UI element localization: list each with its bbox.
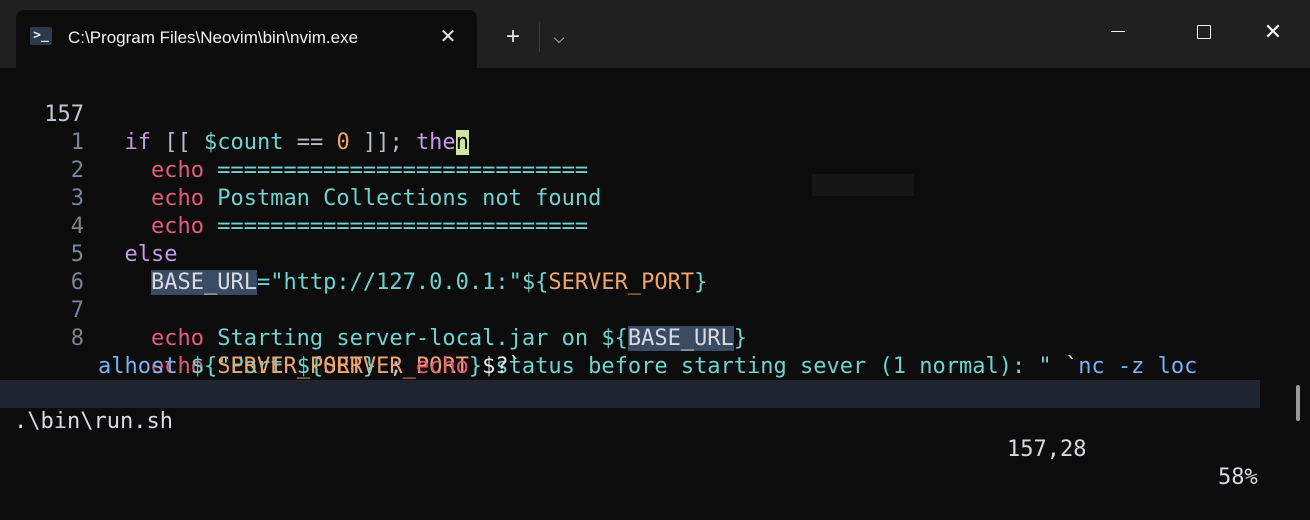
close-tab-icon[interactable]: ✕: [434, 23, 462, 51]
editor-area[interactable]: 157 if [[ $count == 0 ]]; then 1 echo ==…: [0, 68, 1310, 490]
tab-title: C:\Program Files\Neovim\bin\nvim.exe: [68, 28, 359, 47]
code-line: 8 echo "Port ${SERVER_PORT} status befor…: [0, 297, 1290, 379]
code-line-wrap: alhost ${SERVER_PORT} ; echo $?`: [0, 325, 1290, 379]
minimize-button[interactable]: [1095, 14, 1141, 50]
terminal-tab[interactable]: >_ C:\Program Files\Neovim\bin\nvim.exe …: [16, 10, 477, 68]
status-cursor-position: 157,28: [1007, 437, 1087, 462]
status-line: .\bin\run.sh 157,28 58%: [0, 380, 1260, 490]
code-line: 6: [0, 241, 1290, 295]
status-scroll-percent: 58%: [1218, 465, 1258, 490]
new-tab-button[interactable]: +: [497, 22, 529, 54]
code-line: 2 echo Postman Collections not found: [0, 129, 1290, 211]
chevron-down-icon[interactable]: ⌵: [545, 22, 573, 54]
code-line: 1 echo ============================: [0, 101, 1290, 183]
close-window-button[interactable]: ✕: [1250, 14, 1296, 50]
minimize-icon: [1111, 31, 1125, 33]
code-line: 4 else: [0, 185, 1290, 267]
code-line: 9: [0, 353, 1290, 407]
code-line: 157 if [[ $count == 0 ]]; then: [0, 73, 1290, 155]
code-line: 5 BASE_URL="http://127.0.0.1:"${SERVER_P…: [0, 213, 1290, 295]
maximize-icon: [1197, 24, 1211, 39]
powershell-icon: >_: [30, 27, 52, 45]
tab-separator: [539, 22, 540, 52]
title-bar: >_ C:\Program Files\Neovim\bin\nvim.exe …: [0, 0, 1310, 68]
maximize-button[interactable]: [1181, 14, 1227, 50]
code-line: 7 echo Starting server-local.jar on ${BA…: [0, 269, 1290, 351]
status-file-name: .\bin\run.sh: [14, 409, 173, 434]
code-line: 3 echo ============================: [0, 157, 1290, 239]
scrollbar-thumb[interactable]: [1296, 385, 1300, 421]
